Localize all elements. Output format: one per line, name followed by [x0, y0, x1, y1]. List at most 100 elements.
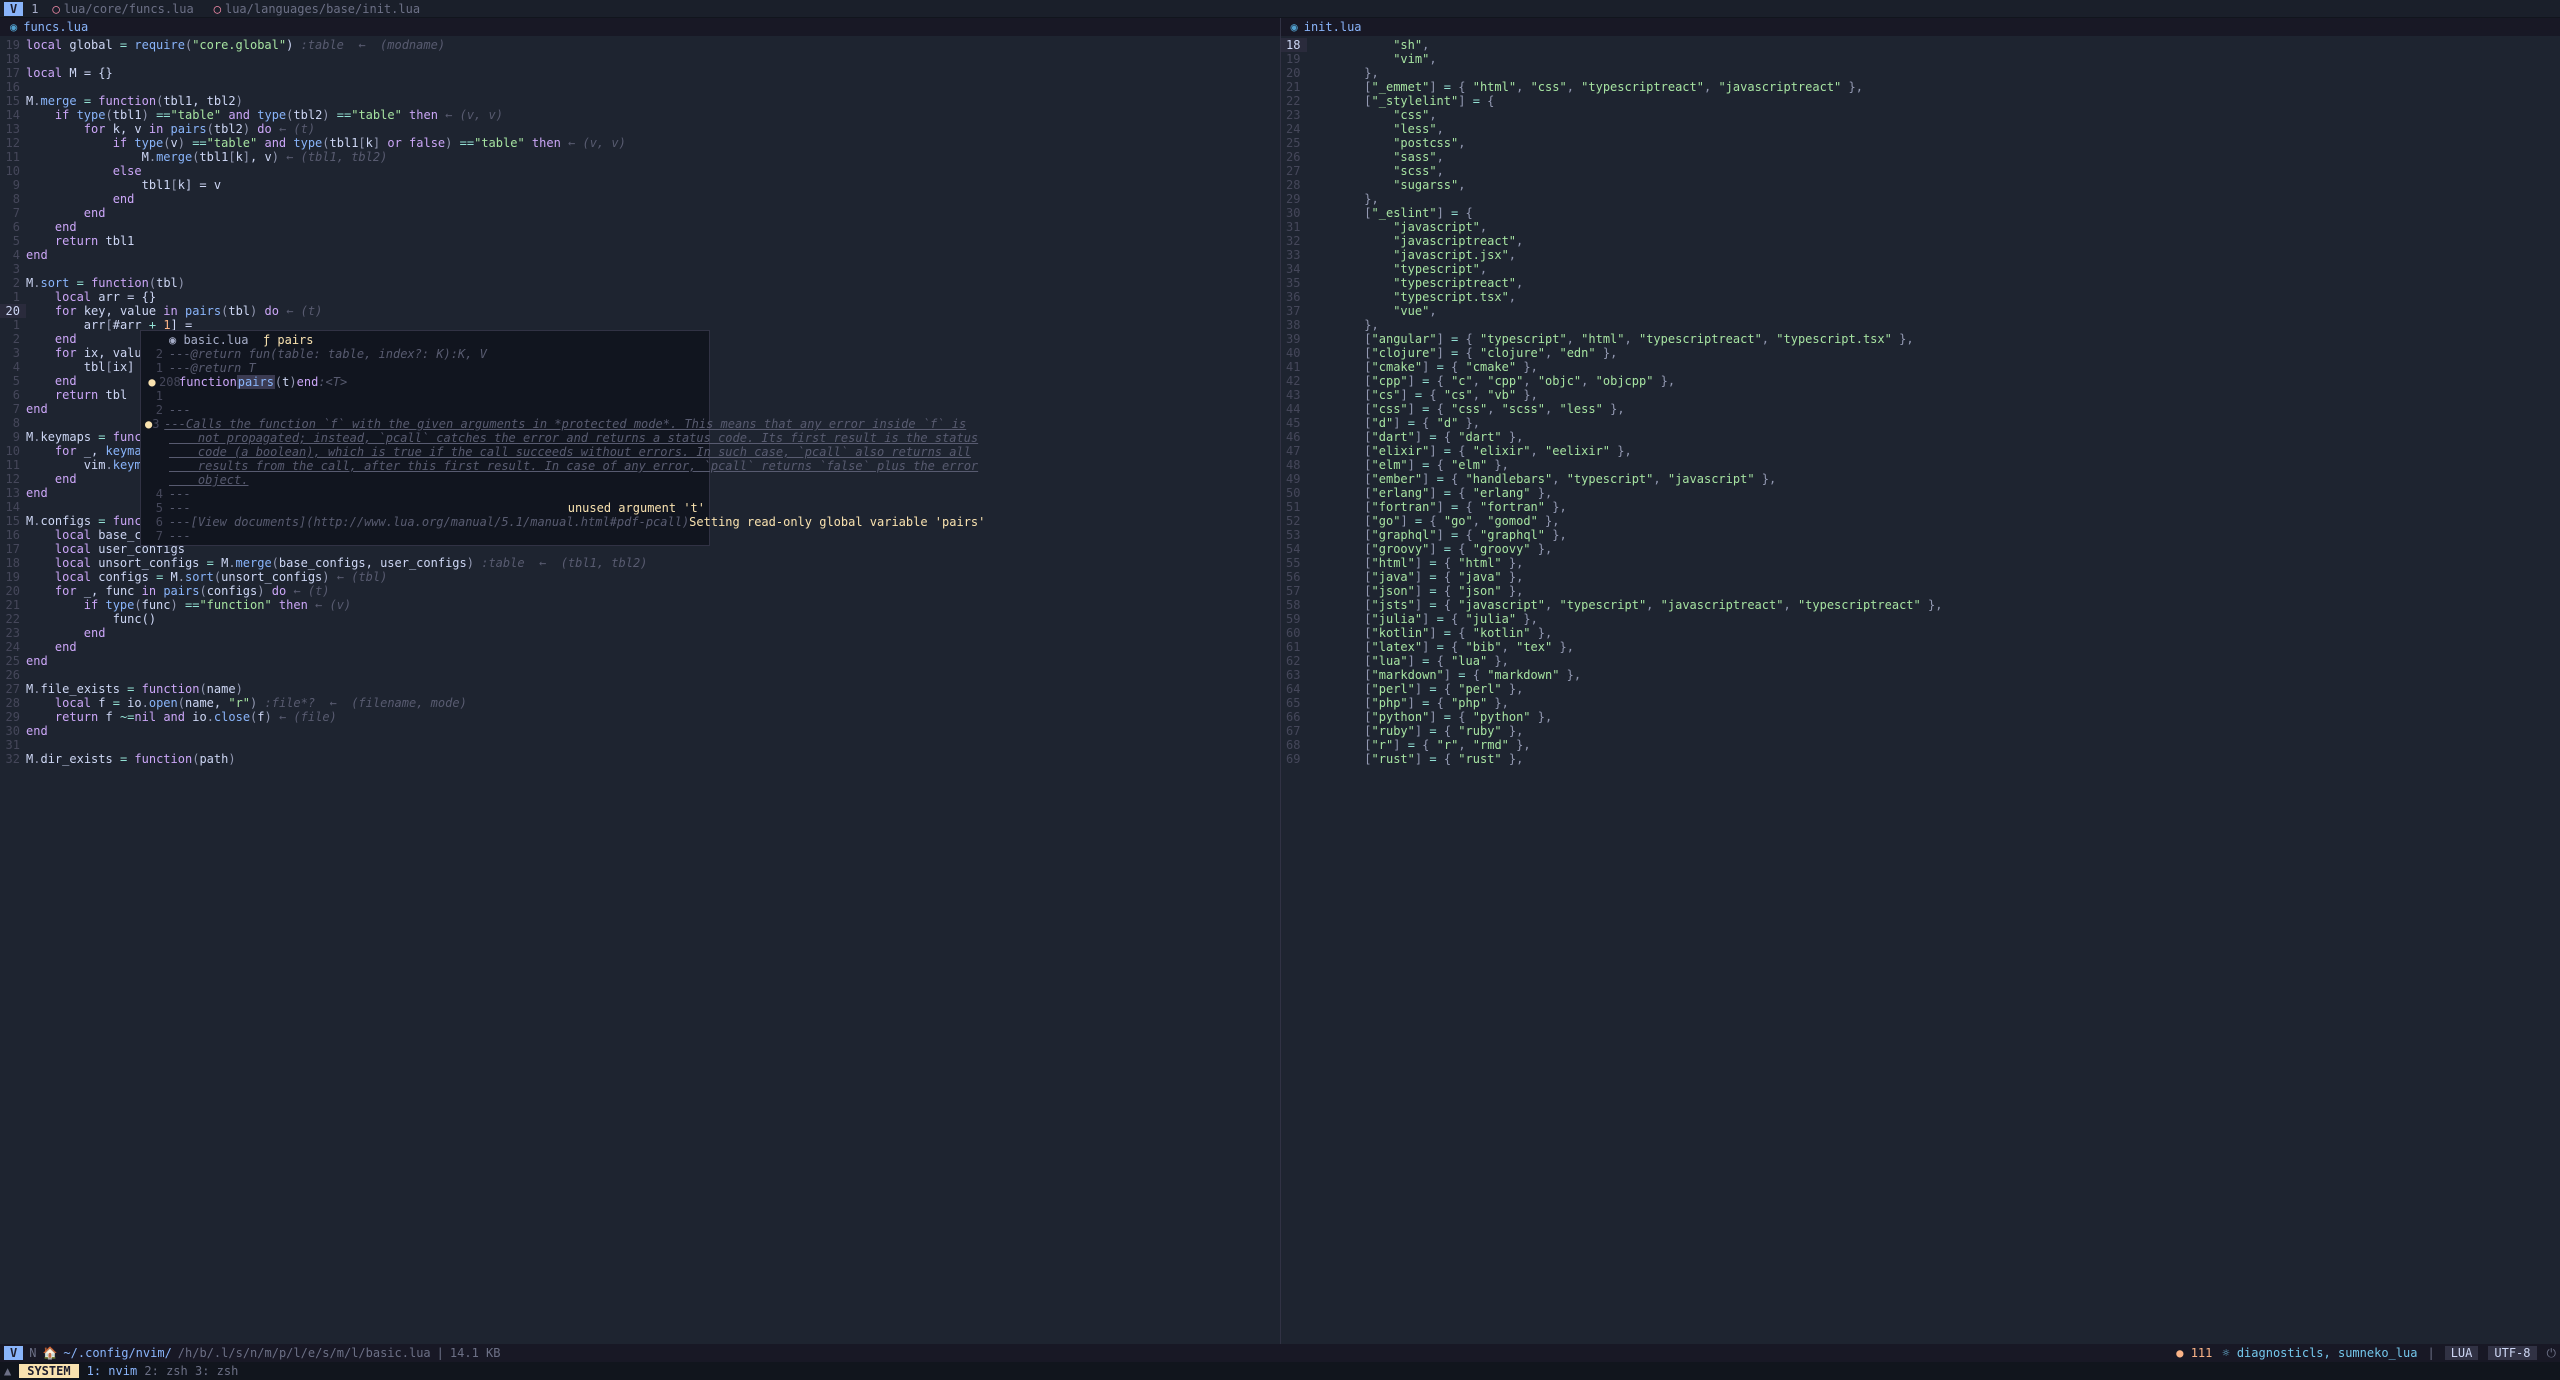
tmux-session-name[interactable]: SYSTEM	[19, 1364, 78, 1378]
code-line[interactable]: 58 ["jsts"] = { "javascript", "typescrip…	[1281, 598, 2560, 612]
code-line[interactable]: 60 ["kotlin"] = { "kotlin" },	[1281, 626, 2560, 640]
code-line[interactable]: 22 func()	[0, 612, 1280, 626]
code-line[interactable]: 53 ["graphql"] = { "graphql" },	[1281, 528, 2560, 542]
buffer-tab[interactable]: ◯lua/languages/base/init.lua	[208, 2, 426, 16]
code-line[interactable]: 33 "javascript.jsx",	[1281, 248, 2560, 262]
code-line[interactable]: 40 ["clojure"] = { "clojure", "edn" },	[1281, 346, 2560, 360]
code-line[interactable]: 62 ["lua"] = { "lua" },	[1281, 654, 2560, 668]
code-line[interactable]: 31 "javascript",	[1281, 220, 2560, 234]
code-line[interactable]: 36 "typescript.tsx",	[1281, 290, 2560, 304]
code-line[interactable]: 28 "sugarss",	[1281, 178, 2560, 192]
right-editor-pane[interactable]: ◉ init.lua 18 "sh",19 "vim",20 },21 ["_e…	[1281, 18, 2560, 1344]
code-line[interactable]: 18 local unsort_configs = M.merge(base_c…	[0, 556, 1280, 570]
code-line[interactable]: 57 ["json"] = { "json" },	[1281, 584, 2560, 598]
code-line[interactable]: 46 ["dart"] = { "dart" },	[1281, 430, 2560, 444]
code-line[interactable]: 3	[0, 262, 1280, 276]
code-line[interactable]: 13 for k, v in pairs(tbl2) do ← (t)	[0, 122, 1280, 136]
code-line[interactable]: 20 for key, value in pairs(tbl) do ← (t)	[0, 304, 1280, 318]
code-line[interactable]: 44 ["css"] = { "css", "scss", "less" },	[1281, 402, 2560, 416]
code-line[interactable]: 28 local f = io.open(name, "r") :file*? …	[0, 696, 1280, 710]
code-line[interactable]: 51 ["fortran"] = { "fortran" },	[1281, 500, 2560, 514]
code-line[interactable]: 9 tbl1[k] = v	[0, 178, 1280, 192]
tmux-window[interactable]: 3: zsh	[195, 1364, 238, 1378]
code-line[interactable]: 6 end	[0, 220, 1280, 234]
tmux-window[interactable]: 1: nvim	[87, 1364, 138, 1378]
code-line[interactable]: 24 "less",	[1281, 122, 2560, 136]
code-line[interactable]: 49 ["ember"] = { "handlebars", "typescri…	[1281, 472, 2560, 486]
code-line[interactable]: 37 "vue",	[1281, 304, 2560, 318]
code-line[interactable]: 5 return tbl1	[0, 234, 1280, 248]
code-line[interactable]: 31	[0, 738, 1280, 752]
code-line[interactable]: 10 else	[0, 164, 1280, 178]
code-line[interactable]: 17local M = {}	[0, 66, 1280, 80]
tmux-window[interactable]: 2: zsh	[144, 1364, 187, 1378]
code-line[interactable]: 42 ["cpp"] = { "c", "cpp", "objc", "objc…	[1281, 374, 2560, 388]
code-line[interactable]: 24 end	[0, 640, 1280, 654]
code-line[interactable]: 48 ["elm"] = { "elm" },	[1281, 458, 2560, 472]
code-line[interactable]: 20 },	[1281, 66, 2560, 80]
code-line[interactable]: 52 ["go"] = { "go", "gomod" },	[1281, 514, 2560, 528]
code-line[interactable]: 64 ["perl"] = { "perl" },	[1281, 682, 2560, 696]
code-line[interactable]: 19local global = require("core.global") …	[0, 38, 1280, 52]
code-line[interactable]: 27M.file_exists = function(name)	[0, 682, 1280, 696]
code-line[interactable]: 15M.merge = function(tbl1, tbl2)	[0, 94, 1280, 108]
code-line[interactable]: 1 local arr = {}	[0, 290, 1280, 304]
code-line[interactable]: 23 "css",	[1281, 108, 2560, 122]
code-line[interactable]: 47 ["elixir"] = { "elixir", "eelixir" },	[1281, 444, 2560, 458]
code-line[interactable]: 25end	[0, 654, 1280, 668]
code-line[interactable]: 26 "sass",	[1281, 150, 2560, 164]
code-line[interactable]: 45 ["d"] = { "d" },	[1281, 416, 2560, 430]
code-line[interactable]: 32 "javascriptreact",	[1281, 234, 2560, 248]
code-line[interactable]: 67 ["ruby"] = { "ruby" },	[1281, 724, 2560, 738]
code-line[interactable]: 26	[0, 668, 1280, 682]
code-line[interactable]: 18 "sh",	[1281, 38, 2560, 52]
code-line[interactable]: 29 },	[1281, 192, 2560, 206]
code-line[interactable]: 50 ["erlang"] = { "erlang" },	[1281, 486, 2560, 500]
code-line[interactable]: 35 "typescriptreact",	[1281, 276, 2560, 290]
code-line[interactable]: 23 end	[0, 626, 1280, 640]
code-line[interactable]: 21 if type(func) =="function" then ← (v)	[0, 598, 1280, 612]
code-line[interactable]: 56 ["java"] = { "java" },	[1281, 570, 2560, 584]
code-line[interactable]: 32M.dir_exists = function(path)	[0, 752, 1280, 766]
code-line[interactable]: 55 ["html"] = { "html" },	[1281, 556, 2560, 570]
code-line[interactable]: 43 ["cs"] = { "cs", "vb" },	[1281, 388, 2560, 402]
code-line[interactable]: 21 ["_emmet"] = { "html", "css", "typesc…	[1281, 80, 2560, 94]
code-line[interactable]: 59 ["julia"] = { "julia" },	[1281, 612, 2560, 626]
code-line[interactable]: 18	[0, 52, 1280, 66]
code-line[interactable]: 22 ["_stylelint"] = {	[1281, 94, 2560, 108]
left-code-area[interactable]: 19local global = require("core.global") …	[0, 36, 1280, 1344]
code-line[interactable]: 11 M.merge(tbl1[k], v) ← (tbl1, tbl2)	[0, 150, 1280, 164]
code-line[interactable]: 69 ["rust"] = { "rust" },	[1281, 752, 2560, 766]
code-line[interactable]: 63 ["markdown"] = { "markdown" },	[1281, 668, 2560, 682]
code-line[interactable]: 27 "scss",	[1281, 164, 2560, 178]
code-line[interactable]: 19 local configs = M.sort(unsort_configs…	[0, 570, 1280, 584]
code-line[interactable]: 65 ["php"] = { "php" },	[1281, 696, 2560, 710]
left-editor-pane[interactable]: ◉ funcs.lua 19local global = require("co…	[0, 18, 1281, 1344]
code-line[interactable]: 68 ["r"] = { "r", "rmd" },	[1281, 738, 2560, 752]
line-number: 62	[1281, 654, 1307, 668]
code-line[interactable]: 30 ["_eslint"] = {	[1281, 206, 2560, 220]
code-line[interactable]: 34 "typescript",	[1281, 262, 2560, 276]
code-line[interactable]: 61 ["latex"] = { "bib", "tex" },	[1281, 640, 2560, 654]
code-line[interactable]: 19 "vim",	[1281, 52, 2560, 66]
code-line[interactable]: 20 for _, func in pairs(configs) do ← (t…	[0, 584, 1280, 598]
code-line[interactable]: 7 end	[0, 206, 1280, 220]
code-line[interactable]: 12 if type(v) =="table" and type(tbl1[k]…	[0, 136, 1280, 150]
code-line[interactable]: 2M.sort = function(tbl)	[0, 276, 1280, 290]
code-line[interactable]: 16	[0, 80, 1280, 94]
popup-line: code (a boolean), which is true if the c…	[145, 445, 705, 459]
code-line[interactable]: 30end	[0, 724, 1280, 738]
code-line[interactable]: 66 ["python"] = { "python" },	[1281, 710, 2560, 724]
code-line[interactable]: 4end	[0, 248, 1280, 262]
right-code-area[interactable]: 18 "sh",19 "vim",20 },21 ["_emmet"] = { …	[1281, 36, 2560, 1344]
code-line[interactable]: 14 if type(tbl1) =="table" and type(tbl2…	[0, 108, 1280, 122]
code-line[interactable]: 41 ["cmake"] = { "cmake" },	[1281, 360, 2560, 374]
code-line[interactable]: 25 "postcss",	[1281, 136, 2560, 150]
diagnostics-count[interactable]: ● 111	[2176, 1346, 2212, 1360]
code-line[interactable]: 39 ["angular"] = { "typescript", "html",…	[1281, 332, 2560, 346]
buffer-tab[interactable]: ◯lua/core/funcs.lua	[46, 2, 199, 16]
code-line[interactable]: 8 end	[0, 192, 1280, 206]
code-line[interactable]: 38 },	[1281, 318, 2560, 332]
code-line[interactable]: 29 return f ~=nil and io.close(f) ← (fil…	[0, 710, 1280, 724]
code-line[interactable]: 54 ["groovy"] = { "groovy" },	[1281, 542, 2560, 556]
